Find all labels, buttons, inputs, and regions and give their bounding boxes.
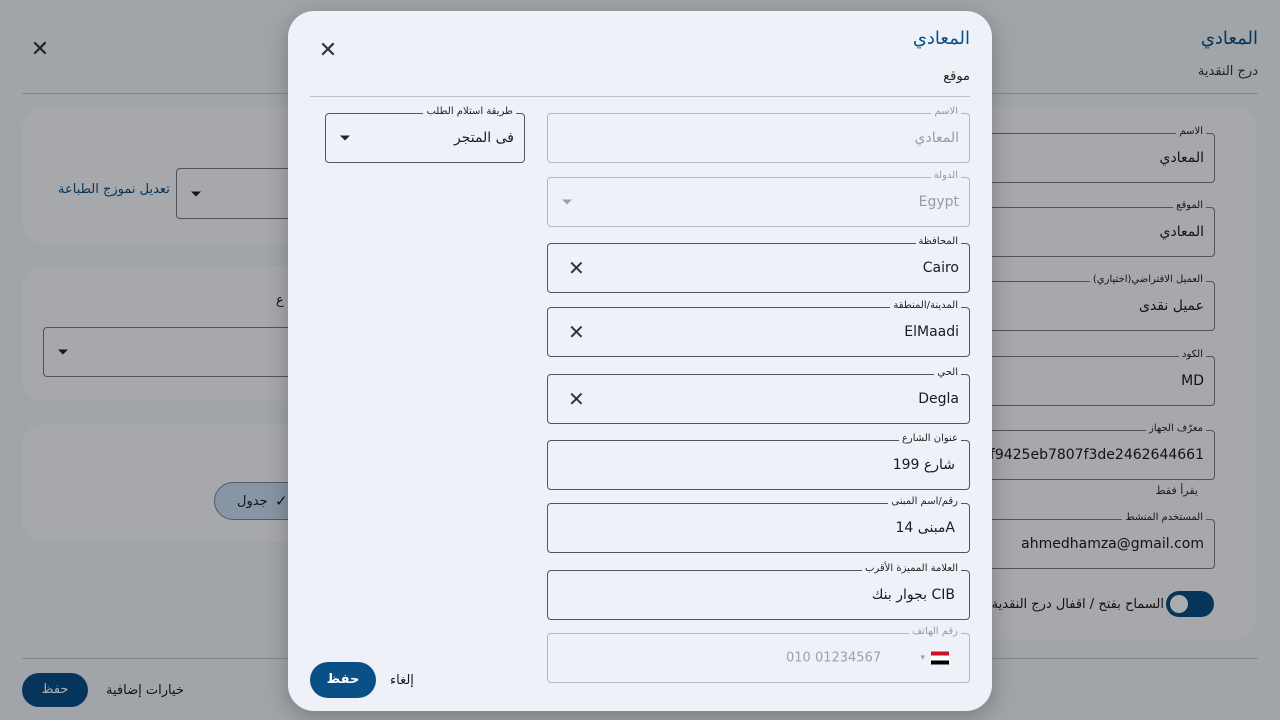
district-field[interactable]: الحي Degla ✕: [547, 367, 970, 424]
save-button[interactable]: حفظ: [310, 662, 376, 698]
governorate-field[interactable]: المحافظة Cairo ✕: [547, 236, 970, 293]
dropdown-caret-icon: [340, 135, 350, 141]
close-icon[interactable]: ✕: [318, 40, 338, 62]
landmark-field[interactable]: العلامة المميزة الأقرب بجوار بنك CIB: [547, 563, 970, 620]
country-select: الدولة Egypt: [547, 170, 970, 227]
name-field: الاسم المعادي: [547, 106, 970, 163]
city-field[interactable]: المدينة/المنطقة ElMaadi ✕: [547, 300, 970, 357]
clear-icon[interactable]: ✕: [568, 389, 585, 409]
clear-icon[interactable]: ✕: [568, 258, 585, 278]
clear-icon[interactable]: ✕: [568, 322, 585, 342]
location-dialog: ✕ المعادي موقع طريقة استلام الطلب فى الم…: [288, 11, 992, 711]
egypt-flag-icon: [931, 651, 949, 665]
receive-method-select[interactable]: طريقة استلام الطلب فى المتجر: [325, 106, 525, 163]
cancel-button[interactable]: إلغاء: [390, 673, 414, 688]
divider: [310, 96, 970, 97]
dialog-subtitle: موقع: [943, 69, 970, 84]
dropdown-caret-icon: [562, 199, 572, 205]
building-field[interactable]: رقم/اسم المبنى مبنى 14A: [547, 496, 970, 553]
dialog-title: المعادي: [912, 28, 970, 49]
phone-input: 010 01234567: [786, 650, 882, 666]
phone-field: رقم الهاتف 010 01234567 ▾: [547, 626, 970, 683]
street-address-field[interactable]: عنوان الشارع شارع 199: [547, 433, 970, 490]
country-code-dropdown-icon: ▾: [920, 653, 925, 663]
